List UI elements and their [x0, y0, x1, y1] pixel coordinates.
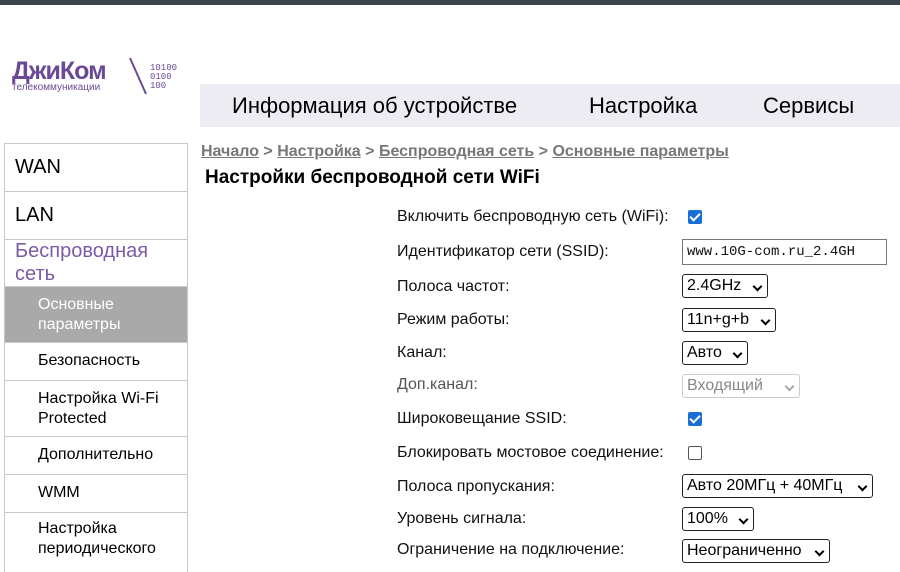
chevron-down-icon	[784, 381, 795, 392]
block-bridge-label: Блокировать мостовое соединение:	[397, 444, 664, 461]
chevron-down-icon	[738, 514, 749, 525]
signal-level-label: Уровень сигнала:	[397, 510, 527, 527]
logo-slash-icon	[129, 57, 147, 95]
chevron-down-icon	[814, 546, 825, 557]
breadcrumb-separator: >	[365, 143, 375, 160]
brand-logo: ДжиКом телекоммуникации 10100 0100 100	[10, 57, 190, 98]
nav-services[interactable]: Сервисы	[763, 84, 854, 127]
sidebar-item-wmm[interactable]: WMM	[4, 474, 188, 512]
breadcrumb-wireless[interactable]: Беспроводная сеть	[379, 143, 534, 160]
conn-limit-select[interactable]: Неограниченно	[682, 539, 830, 563]
signal-level-select-value: 100%	[687, 510, 728, 527]
logo-subtitle: телекоммуникации	[12, 82, 101, 93]
sidebar-item-wps-label: Настройка Wi-Fi Protected	[38, 390, 159, 427]
sidebar-item-basic[interactable]: Основные параметры	[4, 286, 188, 342]
broadcast-ssid-label: Широковещание SSID:	[397, 410, 567, 427]
sidebar-item-advanced[interactable]: Дополнительно	[4, 436, 188, 474]
chevron-down-icon	[857, 481, 868, 492]
ssid-label: Идентификатор сети (SSID):	[397, 243, 609, 260]
ssid-input[interactable]: www.10G-com.ru_2.4GH	[682, 239, 887, 265]
mode-select[interactable]: 11n+g+b	[682, 308, 776, 332]
sidebar-group-wireless[interactable]: Беспроводная сеть	[4, 239, 188, 286]
sidebar-item-security[interactable]: Безопасность	[4, 342, 188, 380]
mode-label: Режим работы:	[397, 311, 510, 328]
channel-select[interactable]: Авто	[682, 341, 748, 365]
bandwidth-label: Полоса пропускания:	[397, 478, 555, 495]
sidebar-group-wireless-label: Беспроводная сеть	[15, 240, 149, 285]
mode-select-value: 11n+g+b	[687, 311, 749, 328]
band-select-value: 2.4GHz	[687, 277, 742, 294]
logo-bits: 10100 0100 100	[150, 63, 178, 91]
ext-channel-select-value: Входящий	[687, 377, 763, 394]
window-top-bar	[0, 0, 900, 5]
page-title: Настройки беспроводной сети WiFi	[205, 167, 540, 188]
band-label: Полоса частот:	[397, 278, 510, 295]
conn-limit-label: Ограничение на подключение:	[397, 541, 625, 558]
breadcrumb-settings[interactable]: Настройка	[277, 143, 360, 160]
nav-settings[interactable]: Настройка	[589, 84, 697, 127]
sidebar-item-periodic-label: Настройка периодического	[38, 520, 156, 557]
sidebar-item-wan[interactable]: WAN	[4, 143, 188, 191]
nav-device-info[interactable]: Информация об устройстве	[232, 84, 517, 127]
ext-channel-select: Входящий	[682, 374, 800, 398]
breadcrumb-basic[interactable]: Основные параметры	[552, 143, 728, 160]
block-bridge-checkbox[interactable]	[688, 446, 702, 460]
breadcrumb-separator: >	[538, 143, 548, 160]
sidebar-item-lan[interactable]: LAN	[4, 191, 188, 239]
bandwidth-select-value: Авто 20МГц + 40МГц	[687, 477, 843, 494]
enable-wifi-label: Включить беспроводную сеть (WiFi):	[397, 208, 669, 225]
breadcrumb: Начало > Настройка > Беспроводная сеть >…	[201, 143, 729, 161]
logo-name: ДжиКом	[12, 57, 107, 85]
sidebar: WAN LAN Беспроводная сеть Основные парам…	[4, 143, 188, 572]
channel-label: Канал:	[397, 344, 447, 361]
enable-wifi-checkbox[interactable]	[688, 210, 702, 224]
sidebar-item-periodic[interactable]: Настройка периодического	[4, 512, 188, 572]
sidebar-item-basic-label: Основные параметры	[38, 296, 121, 333]
channel-select-value: Авто	[687, 344, 722, 361]
breadcrumb-home[interactable]: Начало	[201, 143, 259, 160]
broadcast-ssid-checkbox[interactable]	[688, 412, 702, 426]
bandwidth-select[interactable]: Авто 20МГц + 40МГц	[682, 474, 873, 498]
chevron-down-icon	[760, 315, 771, 326]
sidebar-item-wps[interactable]: Настройка Wi-Fi Protected	[4, 380, 188, 436]
chevron-down-icon	[732, 348, 743, 359]
band-select[interactable]: 2.4GHz	[682, 274, 768, 298]
breadcrumb-separator: >	[263, 143, 273, 160]
ext-channel-label: Доп.канал:	[397, 376, 478, 393]
top-nav: Информация об устройстве Настройка Серви…	[200, 84, 900, 127]
signal-level-select[interactable]: 100%	[682, 507, 754, 531]
chevron-down-icon	[752, 281, 763, 292]
